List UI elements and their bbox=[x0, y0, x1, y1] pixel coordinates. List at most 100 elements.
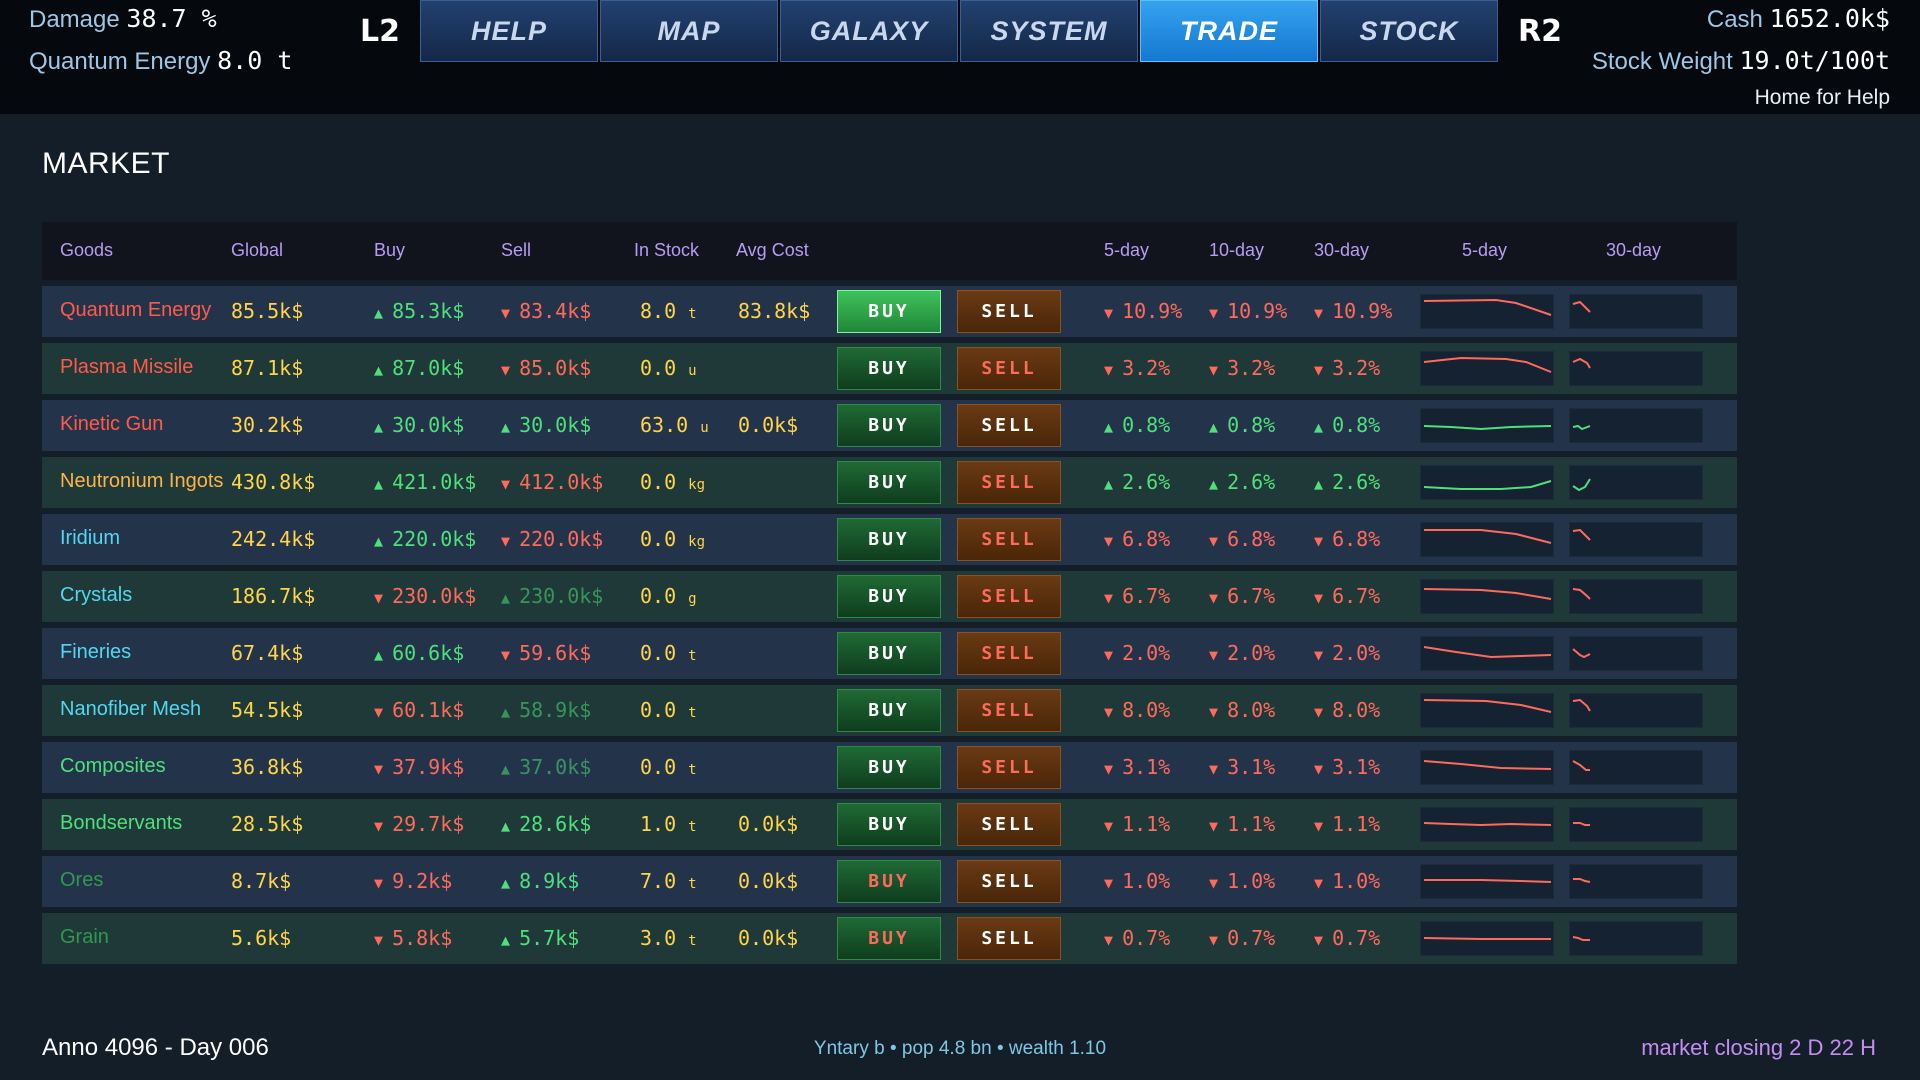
trend-30day: ▲ 2.6% bbox=[1314, 470, 1380, 494]
sparkline-30day bbox=[1569, 864, 1703, 899]
trend-10day: ▼ 6.8% bbox=[1209, 527, 1275, 551]
goods-name[interactable]: Iridium bbox=[60, 527, 120, 550]
sell-price: ▼ 220.0k$ bbox=[501, 527, 603, 551]
buy-button[interactable]: BUY bbox=[837, 518, 941, 561]
goods-name[interactable]: Plasma Missile bbox=[60, 356, 193, 379]
tab-help[interactable]: HELP bbox=[420, 0, 598, 62]
buy-button[interactable]: BUY bbox=[837, 575, 941, 618]
sell-price: ▲ 8.9k$ bbox=[501, 869, 579, 893]
sell-button[interactable]: SELL bbox=[957, 917, 1061, 960]
down-arrow-icon: ▼ bbox=[374, 760, 393, 778]
sell-price-value: 220.0k$ bbox=[519, 527, 604, 551]
tab-galaxy[interactable]: GALAXY bbox=[780, 0, 958, 62]
in-stock: 0.0 u bbox=[640, 356, 697, 380]
trend-30day: ▼ 1.0% bbox=[1314, 869, 1380, 893]
buy-button[interactable]: BUY bbox=[837, 347, 941, 390]
up-arrow-icon: ▲ bbox=[1314, 475, 1333, 493]
sell-button[interactable]: SELL bbox=[957, 746, 1061, 789]
buy-button[interactable]: BUY bbox=[837, 461, 941, 504]
sell-price: ▲ 58.9k$ bbox=[501, 698, 591, 722]
trend-10day: ▲ 2.6% bbox=[1209, 470, 1275, 494]
sell-button[interactable]: SELL bbox=[957, 689, 1061, 732]
sparkline-30day bbox=[1569, 294, 1703, 329]
trend-5day-value: 0.8% bbox=[1122, 413, 1171, 437]
header-30day: 30-day bbox=[1314, 240, 1370, 260]
up-arrow-icon: ▲ bbox=[1209, 475, 1228, 493]
avg-cost: 0.0k$ bbox=[738, 413, 799, 437]
sell-button[interactable]: SELL bbox=[957, 803, 1061, 846]
goods-name[interactable]: Quantum Energy bbox=[60, 299, 211, 322]
down-arrow-icon: ▼ bbox=[1209, 703, 1228, 721]
table-header: Goods Global Buy Sell In Stock Avg Cost … bbox=[42, 222, 1737, 280]
in-stock-value: 0.0 bbox=[640, 698, 677, 722]
sparkline-30day-line bbox=[1572, 300, 1591, 313]
buy-button[interactable]: BUY bbox=[837, 860, 941, 903]
goods-name[interactable]: Nanofiber Mesh bbox=[60, 698, 201, 721]
buy-price: ▲ 220.0k$ bbox=[374, 527, 476, 551]
buy-button[interactable]: BUY bbox=[837, 290, 941, 333]
goods-name[interactable]: Kinetic Gun bbox=[60, 413, 163, 436]
goods-name[interactable]: Bondservants bbox=[60, 812, 182, 835]
trend-10day-value: 1.1% bbox=[1227, 812, 1276, 836]
down-arrow-icon: ▼ bbox=[1314, 589, 1333, 607]
table-row: Composites 36.8k$ ▼ 37.9k$ ▲ 37.0k$ 0.0 t BUY… bbox=[42, 742, 1737, 793]
sell-button[interactable]: SELL bbox=[957, 632, 1061, 675]
goods-name[interactable]: Composites bbox=[60, 755, 166, 778]
sell-button[interactable]: SELL bbox=[957, 518, 1061, 561]
down-arrow-icon: ▼ bbox=[1314, 361, 1333, 379]
trend-5day-value: 3.1% bbox=[1122, 755, 1171, 779]
in-stock: 1.0 t bbox=[640, 812, 697, 836]
buy-button[interactable]: BUY bbox=[837, 803, 941, 846]
trend-10day-value: 8.0% bbox=[1227, 698, 1276, 722]
trend-5day-value: 0.7% bbox=[1122, 926, 1171, 950]
goods-name[interactable]: Ores bbox=[60, 869, 103, 892]
down-arrow-icon: ▼ bbox=[1104, 646, 1123, 664]
goods-name[interactable]: Neutronium Ingots bbox=[60, 470, 223, 493]
sell-button[interactable]: SELL bbox=[957, 461, 1061, 504]
sell-button[interactable]: SELL bbox=[957, 575, 1061, 618]
down-arrow-icon: ▼ bbox=[1104, 817, 1123, 835]
buy-button[interactable]: BUY bbox=[837, 632, 941, 675]
buy-button[interactable]: BUY bbox=[837, 404, 941, 447]
goods-name[interactable]: Crystals bbox=[60, 584, 132, 607]
goods-name[interactable]: Grain bbox=[60, 926, 109, 949]
sparkline-30day bbox=[1569, 693, 1703, 728]
buy-button[interactable]: BUY bbox=[837, 917, 941, 960]
sell-button[interactable]: SELL bbox=[957, 347, 1061, 390]
in-stock: 7.0 t bbox=[640, 869, 697, 893]
buy-price: ▲ 85.3k$ bbox=[374, 299, 464, 323]
tab-system[interactable]: SYSTEM bbox=[960, 0, 1138, 62]
in-stock: 0.0 g bbox=[640, 584, 697, 608]
up-arrow-icon: ▲ bbox=[501, 931, 520, 949]
buy-button[interactable]: BUY bbox=[837, 689, 941, 732]
sparkline-5day bbox=[1420, 408, 1554, 443]
r2-shoulder-hint[interactable]: R2 bbox=[1518, 14, 1562, 49]
trend-10day-value: 0.7% bbox=[1227, 926, 1276, 950]
tab-trade[interactable]: TRADE bbox=[1140, 0, 1318, 62]
sparkline-30day bbox=[1569, 921, 1703, 956]
trend-30day-value: 2.0% bbox=[1332, 641, 1381, 665]
trend-10day: ▼ 3.2% bbox=[1209, 356, 1275, 380]
in-stock-unit: t bbox=[688, 762, 697, 778]
tab-stock[interactable]: STOCK bbox=[1320, 0, 1498, 62]
up-arrow-icon: ▲ bbox=[374, 304, 393, 322]
up-arrow-icon: ▲ bbox=[374, 532, 393, 550]
global-price: 85.5k$ bbox=[231, 299, 304, 323]
table-row: Fineries 67.4k$ ▲ 60.6k$ ▼ 59.6k$ 0.0 t BUY SE… bbox=[42, 628, 1737, 679]
trend-5day-value: 2.6% bbox=[1122, 470, 1171, 494]
down-arrow-icon: ▼ bbox=[1314, 304, 1333, 322]
weight-value: 19.0t/100t bbox=[1739, 46, 1890, 75]
trend-5day: ▼ 6.8% bbox=[1104, 527, 1170, 551]
goods-name[interactable]: Fineries bbox=[60, 641, 131, 664]
tab-map[interactable]: MAP bbox=[600, 0, 778, 62]
sell-button[interactable]: SELL bbox=[957, 860, 1061, 903]
l2-shoulder-hint[interactable]: L2 bbox=[360, 14, 400, 49]
trend-5day-value: 6.8% bbox=[1122, 527, 1171, 551]
sell-button[interactable]: SELL bbox=[957, 290, 1061, 333]
sparkline-30day-line bbox=[1572, 936, 1590, 941]
sell-button[interactable]: SELL bbox=[957, 404, 1061, 447]
trend-30day-value: 6.7% bbox=[1332, 584, 1381, 608]
trend-10day-value: 1.0% bbox=[1227, 869, 1276, 893]
trend-30day: ▼ 0.7% bbox=[1314, 926, 1380, 950]
buy-button[interactable]: BUY bbox=[837, 746, 941, 789]
